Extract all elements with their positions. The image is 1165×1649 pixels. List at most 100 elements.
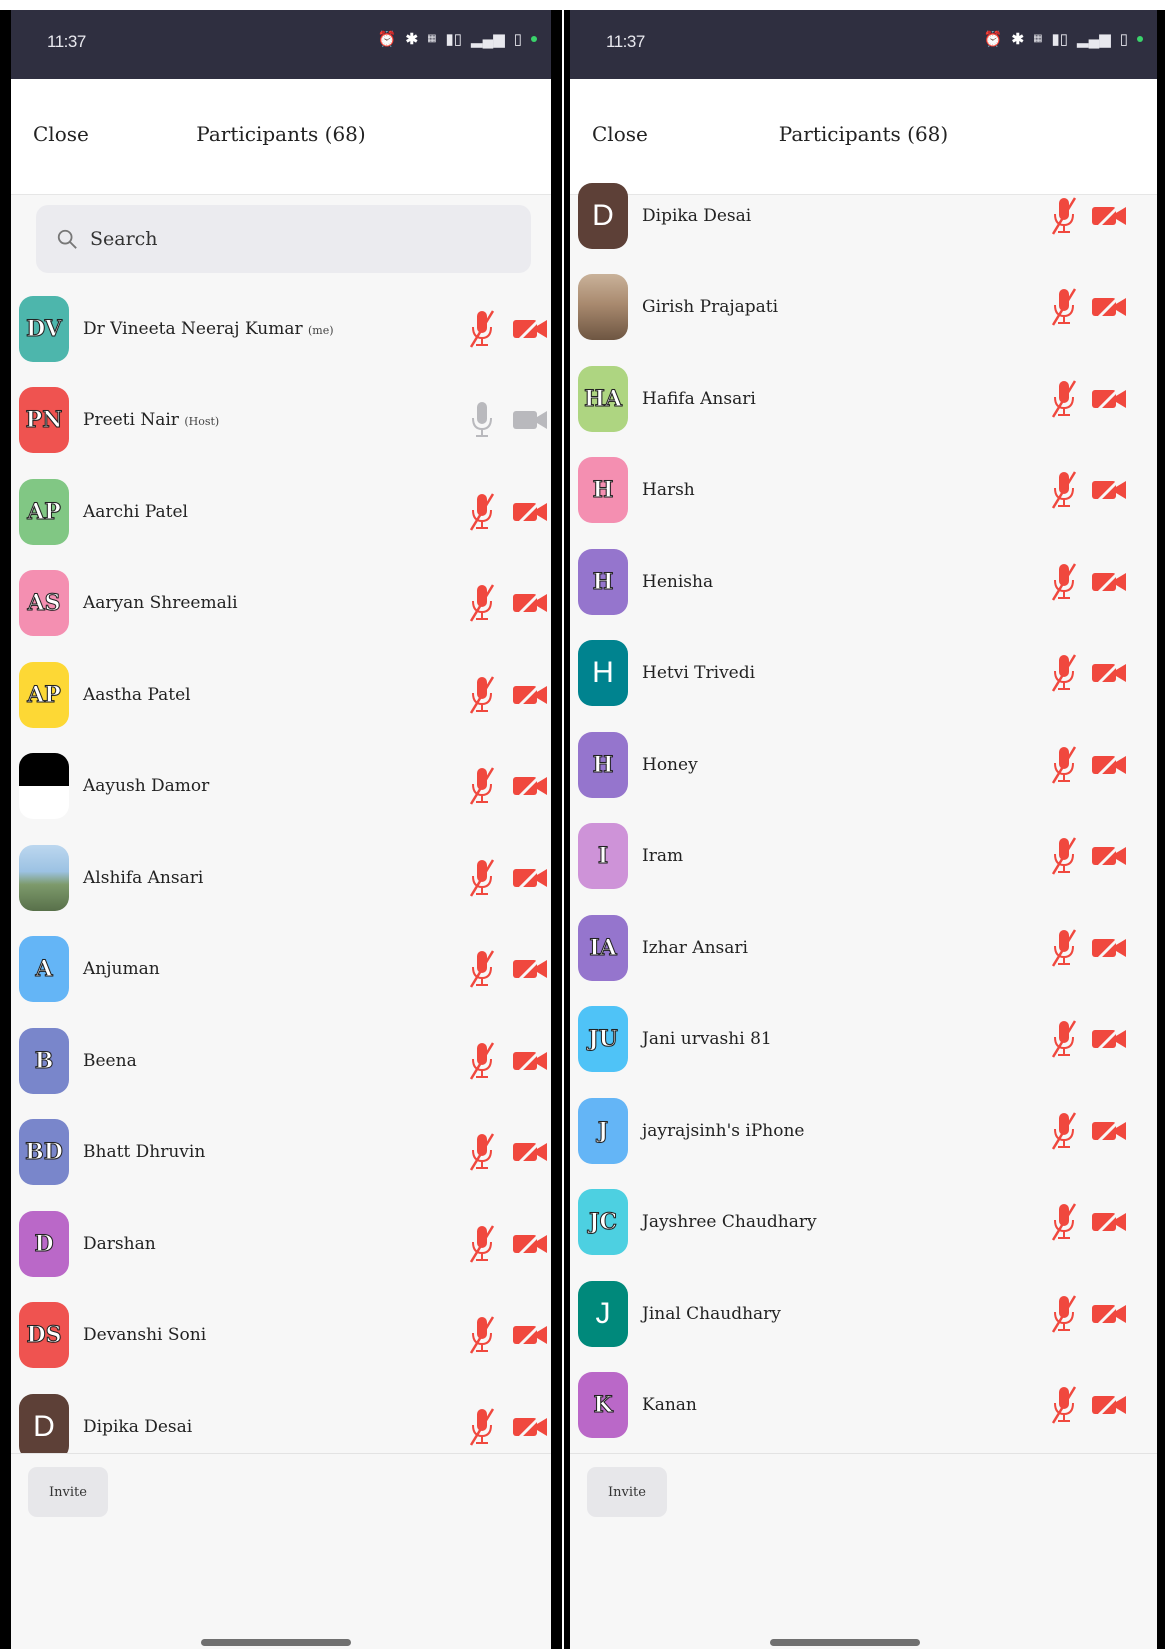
status-icons: ⏰ ✱ ▦ ▮▯ ▂▄▆ ▯ bbox=[984, 30, 1143, 48]
mic-icon[interactable] bbox=[468, 400, 496, 440]
camera-off-icon[interactable] bbox=[1090, 931, 1128, 965]
participant-row[interactable]: D Dipika Desai bbox=[570, 170, 1157, 262]
participant-row[interactable]: H Harsh bbox=[570, 445, 1157, 537]
participant-row[interactable]: BD Bhatt Dhruvin bbox=[11, 1107, 551, 1199]
participant-row[interactable]: H Hetvi Trivedi bbox=[570, 628, 1157, 720]
participants-screen-left: 11:37 ⏰ ✱ ▦ ▮▯ ▂▄▆ ▯ Close Participants … bbox=[11, 10, 551, 1649]
camera-off-icon[interactable] bbox=[1090, 199, 1128, 233]
camera-off-icon[interactable] bbox=[1090, 1205, 1128, 1239]
participant-row[interactable]: Aayush Damor bbox=[11, 741, 551, 833]
participant-name: Hafifa Ansari bbox=[642, 389, 756, 409]
participant-row[interactable]: JC Jayshree Chaudhary bbox=[570, 1177, 1157, 1269]
participant-row[interactable]: DV Dr Vineeta Neeraj Kumar (me) bbox=[11, 283, 551, 375]
camera-off-icon[interactable] bbox=[1090, 656, 1128, 690]
avatar: PN bbox=[19, 387, 69, 454]
mic-muted-icon[interactable] bbox=[468, 949, 496, 989]
mic-muted-icon[interactable] bbox=[1050, 653, 1078, 693]
camera-off-icon[interactable] bbox=[511, 1318, 549, 1352]
mic-muted-icon[interactable] bbox=[468, 675, 496, 715]
participant-row[interactable]: IA Izhar Ansari bbox=[570, 902, 1157, 994]
participant-row[interactable]: A Anjuman bbox=[11, 924, 551, 1016]
mic-muted-icon[interactable] bbox=[1050, 1111, 1078, 1151]
participant-row[interactable]: JU Jani urvashi 81 bbox=[570, 994, 1157, 1086]
mic-muted-icon[interactable] bbox=[468, 858, 496, 898]
mic-muted-icon[interactable] bbox=[468, 1315, 496, 1355]
avatar: K bbox=[578, 1372, 628, 1439]
camera-off-icon[interactable] bbox=[1090, 748, 1128, 782]
invite-button[interactable]: Invite bbox=[587, 1467, 667, 1517]
camera-off-icon[interactable] bbox=[511, 861, 549, 895]
alarm-icon: ⏰ bbox=[983, 31, 1003, 48]
participant-name-text: Dr Vineeta Neeraj Kumar bbox=[83, 318, 303, 339]
camera-off-icon[interactable] bbox=[1090, 290, 1128, 324]
mic-muted-icon[interactable] bbox=[468, 1224, 496, 1264]
mic-muted-icon[interactable] bbox=[468, 1407, 496, 1447]
mic-muted-icon[interactable] bbox=[1050, 470, 1078, 510]
camera-off-icon[interactable] bbox=[511, 586, 549, 620]
camera-off-icon[interactable] bbox=[511, 678, 549, 712]
participant-row[interactable]: K Kanan bbox=[570, 1360, 1157, 1452]
camera-off-icon[interactable] bbox=[511, 1044, 549, 1078]
camera-off-icon[interactable] bbox=[1090, 473, 1128, 507]
mic-muted-icon[interactable] bbox=[1050, 1294, 1078, 1334]
participant-row[interactable]: AP Aastha Patel bbox=[11, 649, 551, 741]
mic-muted-icon[interactable] bbox=[1050, 1202, 1078, 1242]
participant-name: Aastha Patel bbox=[83, 685, 191, 705]
home-indicator[interactable] bbox=[770, 1639, 920, 1646]
camera-off-icon[interactable] bbox=[1090, 1388, 1128, 1422]
home-indicator[interactable] bbox=[201, 1639, 351, 1646]
participant-row[interactable]: Girish Prajapati bbox=[570, 262, 1157, 354]
participant-row[interactable]: H Honey bbox=[570, 719, 1157, 811]
mic-muted-icon[interactable] bbox=[1050, 196, 1078, 236]
invite-button[interactable]: Invite bbox=[28, 1467, 108, 1517]
mic-muted-icon[interactable] bbox=[1050, 287, 1078, 327]
mic-muted-icon[interactable] bbox=[468, 1041, 496, 1081]
participant-name: Aayush Damor bbox=[83, 776, 209, 796]
mic-muted-icon[interactable] bbox=[468, 1132, 496, 1172]
camera-off-icon[interactable] bbox=[511, 952, 549, 986]
mic-muted-icon[interactable] bbox=[1050, 928, 1078, 968]
camera-off-icon[interactable] bbox=[1090, 839, 1128, 873]
mic-muted-icon[interactable] bbox=[468, 309, 496, 349]
mic-muted-icon[interactable] bbox=[468, 492, 496, 532]
camera-off-icon[interactable] bbox=[511, 312, 549, 346]
mic-muted-icon[interactable] bbox=[1050, 745, 1078, 785]
mic-muted-icon[interactable] bbox=[1050, 562, 1078, 602]
camera-off-icon[interactable] bbox=[1090, 1022, 1128, 1056]
camera-off-icon[interactable] bbox=[511, 1227, 549, 1261]
participant-role-tag: (me) bbox=[308, 323, 334, 337]
participant-name-text: Dipika Desai bbox=[83, 1416, 193, 1437]
mic-muted-icon[interactable] bbox=[468, 766, 496, 806]
participant-row[interactable]: B Beena bbox=[11, 1015, 551, 1107]
participant-row[interactable]: J Jinal Chaudhary bbox=[570, 1268, 1157, 1360]
mic-muted-icon[interactable] bbox=[1050, 836, 1078, 876]
participant-row[interactable]: AP Aarchi Patel bbox=[11, 466, 551, 558]
mic-muted-icon[interactable] bbox=[468, 583, 496, 623]
camera-off-icon[interactable] bbox=[1090, 1297, 1128, 1331]
camera-icon[interactable] bbox=[511, 403, 549, 437]
search-input[interactable]: Search bbox=[36, 205, 531, 273]
participants-list: D Dipika Desai Girish Prajapati HA Hafifa An… bbox=[570, 170, 1157, 1543]
participant-row[interactable]: Alshifa Ansari bbox=[11, 832, 551, 924]
avatar bbox=[19, 844, 69, 911]
camera-off-icon[interactable] bbox=[1090, 565, 1128, 599]
mic-muted-icon[interactable] bbox=[1050, 1019, 1078, 1059]
participant-row[interactable]: H Henisha bbox=[570, 536, 1157, 628]
participant-row[interactable]: HA Hafifa Ansari bbox=[570, 353, 1157, 445]
camera-off-icon[interactable] bbox=[511, 495, 549, 529]
participant-row[interactable]: AS Aaryan Shreemali bbox=[11, 558, 551, 650]
camera-off-icon[interactable] bbox=[1090, 1114, 1128, 1148]
mic-muted-icon[interactable] bbox=[1050, 379, 1078, 419]
participant-name-text: jayrajsinh's iPhone bbox=[642, 1120, 805, 1141]
camera-off-icon[interactable] bbox=[511, 769, 549, 803]
participant-row[interactable]: D Darshan bbox=[11, 1198, 551, 1290]
participant-name: Honey bbox=[642, 755, 698, 775]
camera-off-icon[interactable] bbox=[511, 1410, 549, 1444]
participant-row[interactable]: I Iram bbox=[570, 811, 1157, 903]
participant-row[interactable]: DS Devanshi Soni bbox=[11, 1290, 551, 1382]
participant-row[interactable]: PN Preeti Nair (Host) bbox=[11, 375, 551, 467]
mic-muted-icon[interactable] bbox=[1050, 1385, 1078, 1425]
camera-off-icon[interactable] bbox=[511, 1135, 549, 1169]
participant-row[interactable]: Jjayrajsinh's iPhone bbox=[570, 1085, 1157, 1177]
camera-off-icon[interactable] bbox=[1090, 382, 1128, 416]
